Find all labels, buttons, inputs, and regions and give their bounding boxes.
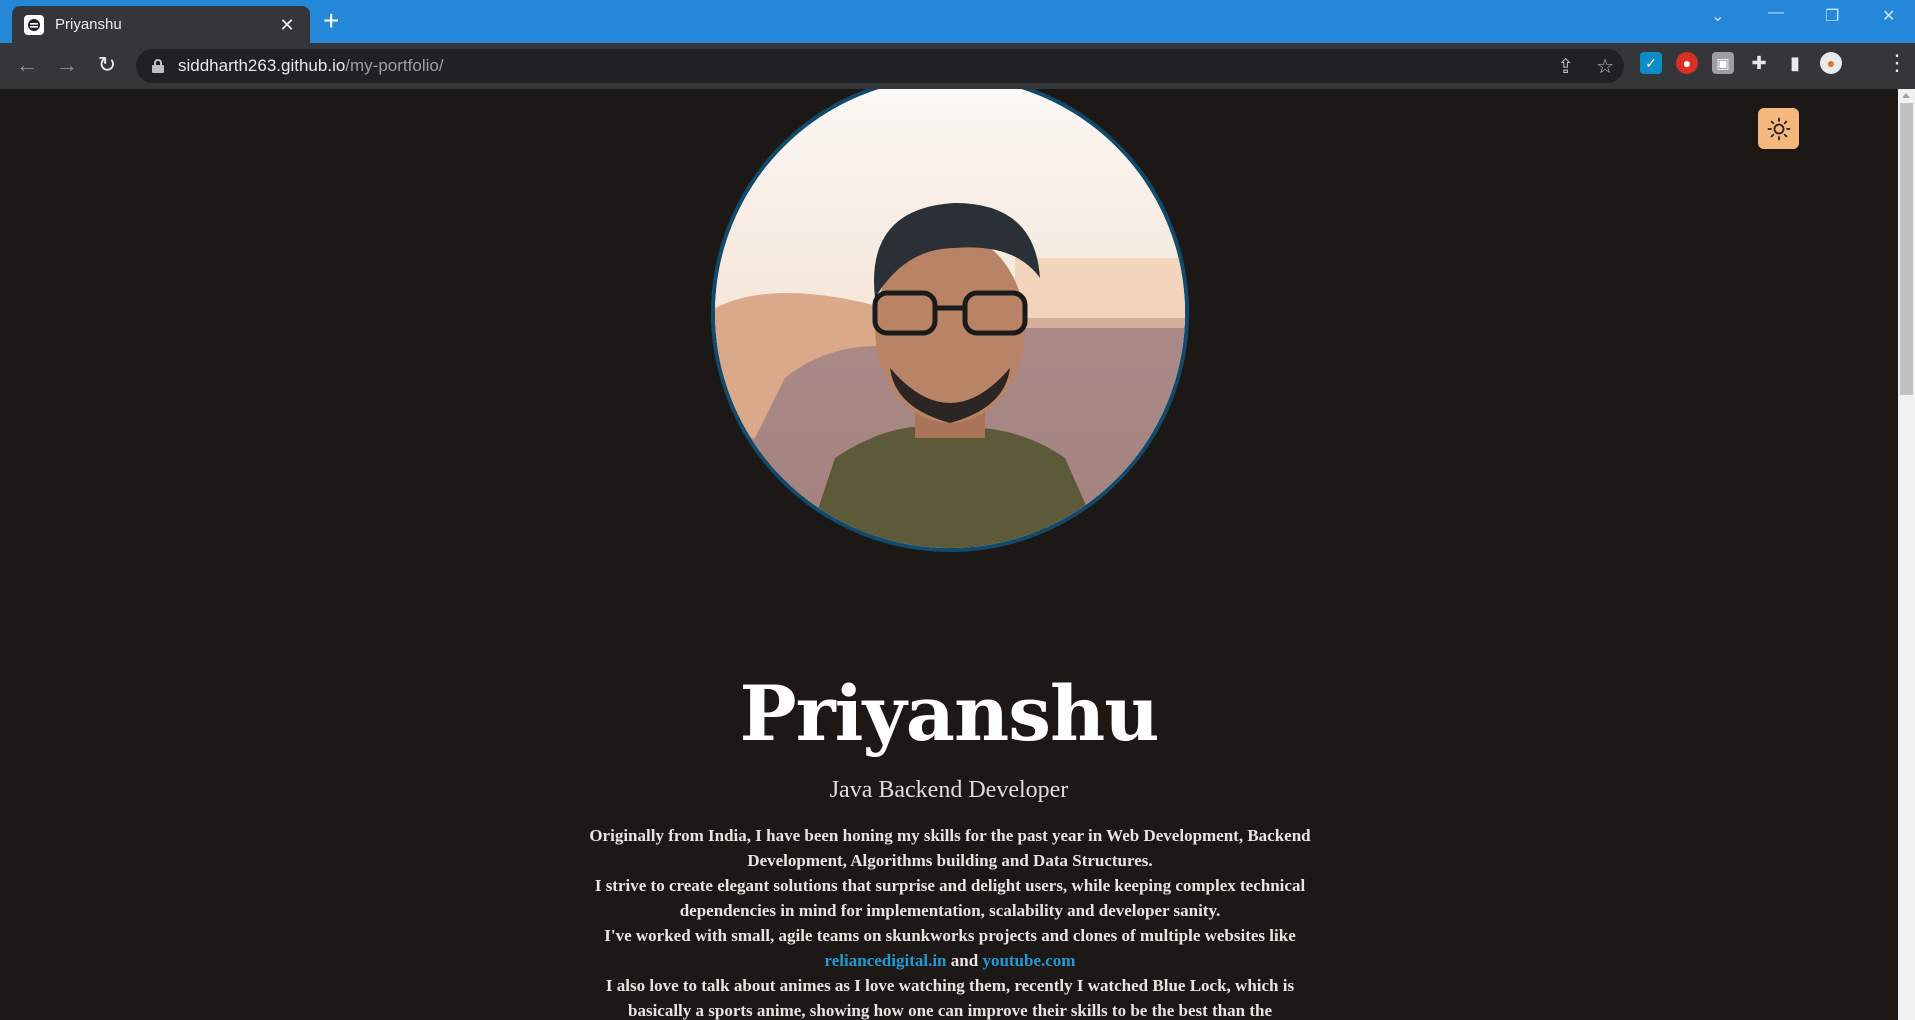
hero-name: Priyanshu [739,669,1159,758]
menu-icon[interactable]: ⋮ [1886,52,1908,74]
page-scrollbar[interactable] [1898,89,1915,1020]
tab-close-icon[interactable]: ✕ [276,14,298,36]
reload-icon[interactable]: ↻ [93,53,121,77]
extensions-icon[interactable]: ✚ [1748,52,1770,74]
bio-line-text: I've worked with small, agile teams on s… [604,926,1296,945]
restore-button[interactable]: ❐ [1825,6,1839,26]
side-panel-icon[interactable]: ▮ [1784,52,1806,74]
bio-line: Originally from India, I have been honin… [589,826,1311,870]
todo-extension-icon[interactable]: ✓ [1640,52,1662,74]
share-icon[interactable]: ⇪ [1557,54,1574,79]
profile-avatar[interactable]: ● [1820,52,1842,74]
sun-icon [1767,117,1790,140]
favicon-icon [24,14,44,35]
extensions-area: ✓ ● ▣ ✚ ▮ ● [1640,52,1842,74]
screenshot-extension-icon[interactable]: ▣ [1712,52,1734,74]
lock-icon[interactable] [152,59,164,73]
url-host: siddharth263.github.io [178,56,346,75]
tab-title: Priyanshu [55,16,122,33]
url-path: /my-portfolio/ [345,56,444,75]
scroll-thumb[interactable] [1900,103,1913,395]
bio-line: I've worked with small, agile teams on s… [580,923,1320,973]
bio-line: I also love to talk about animes as I lo… [605,976,1295,1020]
browser-tab[interactable]: Priyanshu ✕ [12,6,310,43]
minimize-button[interactable]: — [1768,4,1784,22]
back-arrow-icon[interactable]: ← [13,53,41,77]
bio-and: and [950,951,979,970]
new-tab-button[interactable]: + [323,7,339,35]
close-window-button[interactable]: ✕ [1882,6,1895,26]
bio-line: I strive to create elegant solutions tha… [594,876,1306,920]
profile-photo [711,89,1189,552]
title-bar: Priyanshu ✕ + ⌄ — ❐ ✕ [0,0,1915,43]
bio-text: Originally from India, I have been honin… [580,823,1320,1020]
forward-arrow-icon[interactable]: → [53,53,81,77]
scroll-up-arrow-icon[interactable] [1902,93,1910,98]
portfolio-page: Priyanshu Java Backend Developer Origina… [0,89,1898,1020]
star-icon[interactable]: ☆ [1596,54,1614,79]
theme-toggle-button[interactable] [1758,108,1799,149]
youtube-link[interactable]: youtube.com [982,951,1075,970]
reliance-link[interactable]: reliancedigital.in [825,951,947,970]
browser-toolbar: ← → ↻ siddharth263.github.io/my-portfoli… [0,43,1915,89]
address-bar[interactable]: siddharth263.github.io/my-portfolio/ ⇪ ☆ [136,49,1624,83]
hero-role: Java Backend Developer [829,777,1069,803]
tab-search-icon[interactable]: ⌄ [1711,6,1724,26]
record-extension-icon[interactable]: ● [1676,52,1698,74]
